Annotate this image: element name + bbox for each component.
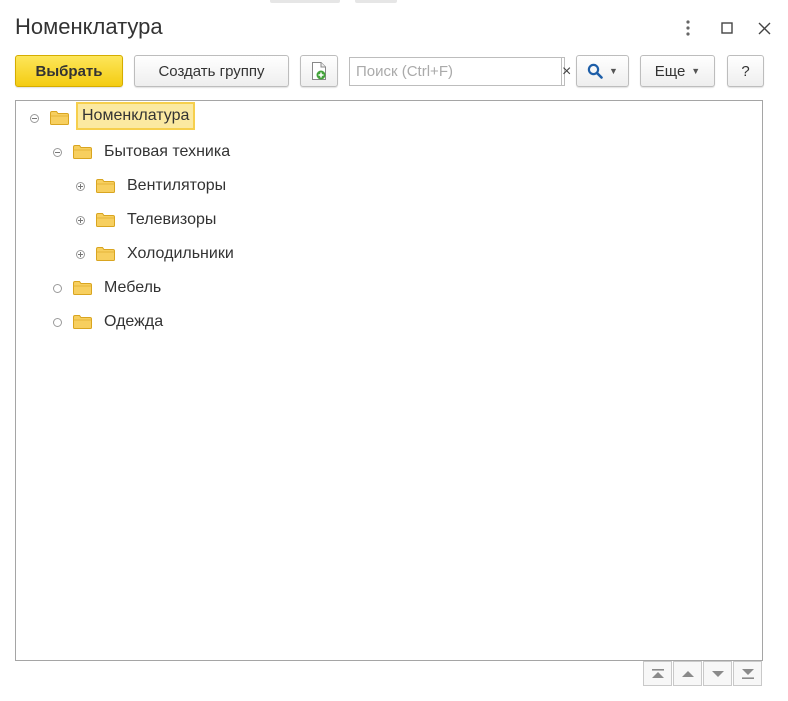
move-top-button[interactable]	[643, 661, 672, 686]
tree-node[interactable]: Телевизоры	[16, 208, 756, 232]
expand-icon[interactable]	[76, 216, 85, 225]
form-title: Номенклатура	[15, 14, 163, 39]
folder-icon	[73, 145, 92, 159]
leaf-circle-icon	[53, 284, 62, 293]
select-button[interactable]: Выбрать	[15, 55, 123, 87]
create-group-button[interactable]: Создать группу	[134, 55, 289, 87]
collapse-icon[interactable]	[53, 148, 62, 157]
help-button[interactable]: ?	[727, 55, 764, 87]
tree-node-label-selected: Номенклатура	[76, 102, 196, 130]
tree-panel[interactable]: Номенклатура Бытовая техника Вентиляторы Те…	[15, 100, 763, 661]
tree-node[interactable]: Номенклатура	[16, 102, 756, 130]
top-strip	[0, 0, 788, 4]
tree-node[interactable]: Вентиляторы	[16, 174, 756, 198]
move-bottom-button[interactable]	[733, 661, 762, 686]
up-arrow-icon	[681, 670, 694, 677]
close-icon[interactable]	[753, 17, 775, 39]
collapse-icon[interactable]	[30, 114, 39, 123]
move-up-button[interactable]	[673, 661, 702, 686]
chevron-down-icon: ▼	[691, 66, 701, 76]
search-clear-button[interactable]: ×	[561, 58, 571, 85]
double-down-arrow-icon	[741, 668, 754, 679]
folder-icon	[73, 281, 92, 295]
tree-node[interactable]: Мебель	[16, 276, 756, 300]
chevron-down-icon: ▼	[609, 66, 618, 76]
folder-icon	[96, 213, 115, 227]
tree-node-label: Одежда	[104, 313, 164, 330]
folder-icon	[96, 247, 115, 261]
expand-icon[interactable]	[76, 182, 85, 191]
move-down-button[interactable]	[703, 661, 732, 686]
tree-node-label: Мебель	[104, 279, 162, 296]
tree-node-label: Вентиляторы	[127, 177, 227, 194]
folder-icon	[96, 179, 115, 193]
down-arrow-icon	[711, 670, 724, 677]
tree-node-label: Телевизоры	[127, 211, 217, 228]
tree-node[interactable]: Холодильники	[16, 242, 756, 266]
expand-icon[interactable]	[76, 250, 85, 259]
tree-node[interactable]: Одежда	[16, 310, 756, 334]
leaf-circle-icon	[53, 318, 62, 327]
search-input[interactable]	[350, 58, 561, 85]
more-button-label: Еще	[654, 62, 686, 80]
search-button[interactable]: ▼	[576, 55, 629, 87]
document-plus-icon	[312, 62, 326, 80]
search-field[interactable]: ×	[349, 57, 571, 86]
tree-node[interactable]: Бытовая техника	[16, 140, 756, 164]
double-up-arrow-icon	[651, 668, 664, 678]
more-options-icon[interactable]	[677, 17, 699, 39]
row-navigation	[643, 661, 763, 687]
folder-icon	[73, 315, 92, 329]
magnifier-icon	[587, 63, 603, 79]
more-button[interactable]: Еще ▼	[640, 55, 715, 87]
add-item-button[interactable]	[300, 55, 338, 87]
tree-node-label: Бытовая техника	[104, 143, 231, 160]
tree-node-label: Холодильники	[127, 245, 234, 262]
maximize-icon[interactable]	[716, 17, 738, 39]
folder-icon	[50, 111, 69, 125]
form-window: Номенклатура Выбрать Создать группу × ▼ …	[0, 0, 788, 701]
